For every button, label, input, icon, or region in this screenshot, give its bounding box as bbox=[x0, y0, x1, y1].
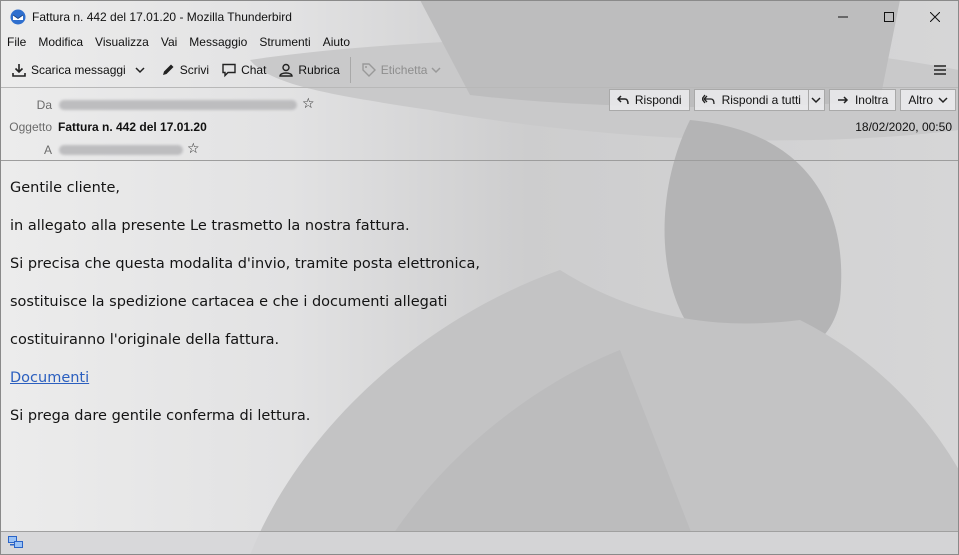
forward-icon bbox=[837, 96, 849, 104]
title-bar: Fattura n. 442 del 17.01.20 - Mozilla Th… bbox=[1, 1, 958, 32]
body-line-2: Si precisa che questa modalita d'invio, … bbox=[10, 256, 480, 272]
body-line-4: costituiranno l'originale della fattura. bbox=[10, 332, 280, 348]
star-icon[interactable]: ☆ bbox=[187, 140, 200, 157]
body-line-3: sostituisce la spedizione cartacea e che… bbox=[10, 294, 448, 310]
menu-file[interactable]: File bbox=[1, 35, 32, 49]
reply-all-dropdown[interactable] bbox=[808, 89, 825, 111]
tag-label: Etichetta bbox=[380, 63, 428, 77]
window-title: Fattura n. 442 del 17.01.20 - Mozilla Th… bbox=[32, 9, 292, 24]
forward-button[interactable]: Inoltra bbox=[828, 89, 897, 111]
mail-toolbar: Scarica messaggi Scrivi Chat Rubrica Eti… bbox=[1, 54, 958, 86]
subject-label: Oggetto bbox=[9, 120, 52, 134]
to-label: A bbox=[43, 143, 52, 157]
pencil-icon bbox=[162, 64, 174, 75]
reply-label: Rispondi bbox=[634, 93, 682, 107]
reply-all-icon bbox=[701, 94, 715, 105]
write-button[interactable]: Scrivi bbox=[154, 57, 215, 83]
chevron-down-icon bbox=[135, 67, 145, 74]
thunderbird-icon bbox=[10, 9, 26, 24]
other-actions-label: Altro bbox=[908, 93, 933, 107]
reply-all-button[interactable]: Rispondi a tutti bbox=[693, 89, 809, 111]
message-header: Da ☆ Oggetto Fattura n. 442 del 17.01.20… bbox=[1, 87, 958, 161]
reply-all-split: Rispondi a tutti bbox=[693, 89, 825, 111]
reply-all-label: Rispondi a tutti bbox=[721, 93, 801, 107]
from-address-redacted bbox=[59, 100, 297, 110]
body-greeting: Gentile cliente, bbox=[10, 180, 120, 196]
address-book-button[interactable]: Rubrica bbox=[272, 57, 345, 83]
get-messages-button[interactable]: Scarica messaggi bbox=[5, 57, 132, 83]
chevron-down-icon bbox=[938, 97, 948, 104]
write-label: Scrivi bbox=[179, 63, 210, 77]
menu-strumenti[interactable]: Strumenti bbox=[253, 35, 316, 49]
menu-vai[interactable]: Vai bbox=[155, 35, 183, 49]
download-icon bbox=[12, 64, 26, 77]
reply-icon bbox=[616, 95, 629, 105]
address-book-label: Rubrica bbox=[298, 63, 340, 77]
maximize-icon bbox=[884, 11, 894, 22]
menu-visualizza[interactable]: Visualizza bbox=[89, 35, 155, 49]
other-actions-button[interactable]: Altro bbox=[900, 89, 956, 111]
tag-icon bbox=[362, 63, 376, 77]
get-messages-dropdown[interactable] bbox=[132, 57, 148, 83]
to-address-redacted bbox=[59, 145, 183, 155]
toolbar-separator bbox=[349, 57, 351, 83]
tag-button[interactable]: Etichetta bbox=[355, 57, 448, 83]
minimize-button[interactable] bbox=[820, 1, 866, 32]
body-closing: Si prega dare gentile conferma di lettur… bbox=[10, 408, 311, 424]
maximize-button[interactable] bbox=[866, 1, 912, 32]
message-date: 18/02/2020, 00:50 bbox=[855, 120, 952, 134]
chevron-down-icon bbox=[431, 67, 442, 74]
chat-button[interactable]: Chat bbox=[215, 57, 272, 83]
chat-icon bbox=[222, 63, 236, 78]
close-button[interactable] bbox=[912, 1, 958, 32]
app-menu-icon[interactable] bbox=[932, 62, 948, 78]
chat-label: Chat bbox=[241, 63, 267, 77]
status-bar bbox=[1, 531, 958, 554]
menu-messaggio[interactable]: Messaggio bbox=[183, 35, 253, 49]
close-icon bbox=[930, 11, 940, 22]
thunderbird-window: Fattura n. 442 del 17.01.20 - Mozilla Th… bbox=[0, 0, 959, 555]
menu-bar: File Modifica Visualizza Vai Messaggio S… bbox=[1, 32, 356, 52]
documenti-link[interactable]: Documenti bbox=[10, 370, 89, 386]
minimize-icon bbox=[838, 16, 848, 17]
star-icon[interactable]: ☆ bbox=[302, 95, 315, 112]
chevron-down-icon bbox=[811, 97, 821, 104]
forward-label: Inoltra bbox=[854, 93, 889, 107]
from-label: Da bbox=[36, 98, 52, 112]
reply-button[interactable]: Rispondi bbox=[608, 89, 690, 111]
menu-aiuto[interactable]: Aiuto bbox=[317, 35, 356, 49]
menu-modifica[interactable]: Modifica bbox=[32, 35, 89, 49]
body-line-1: in allegato alla presente Le trasmetto l… bbox=[10, 218, 410, 234]
network-status-icon[interactable] bbox=[8, 536, 24, 550]
get-messages-label: Scarica messaggi bbox=[31, 63, 126, 77]
contacts-icon bbox=[279, 63, 294, 77]
message-body: Gentile cliente, in allegato alla presen… bbox=[10, 179, 940, 445]
subject-value: Fattura n. 442 del 17.01.20 bbox=[58, 120, 207, 134]
message-actions: Rispondi Rispondi a tutti Inoltra Altro bbox=[608, 89, 956, 111]
